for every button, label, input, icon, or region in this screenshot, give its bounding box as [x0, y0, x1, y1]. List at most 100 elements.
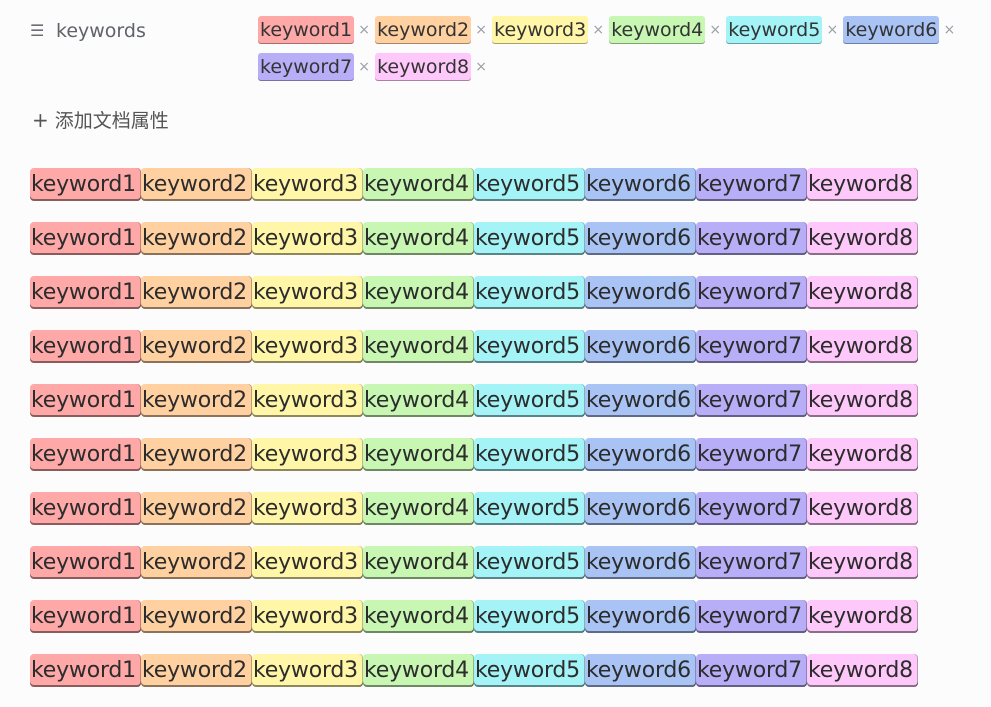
- keyword-chip-keyword1[interactable]: keyword1: [30, 168, 141, 201]
- keyword-chip-keyword7[interactable]: keyword7: [696, 546, 807, 579]
- keyword-chip-keyword8[interactable]: keyword8: [807, 492, 918, 525]
- keyword-chip-keyword5[interactable]: keyword5: [474, 384, 585, 417]
- remove-tag-icon[interactable]: ×: [591, 16, 605, 44]
- keyword-chip-keyword8[interactable]: keyword8: [807, 600, 918, 633]
- keyword-chip-keyword3[interactable]: keyword3: [252, 600, 363, 633]
- keyword-chip-keyword5[interactable]: keyword5: [474, 654, 585, 687]
- keyword-chip-keyword6[interactable]: keyword6: [585, 546, 696, 579]
- keyword-chip-keyword2[interactable]: keyword2: [141, 168, 252, 201]
- keyword-chip-keyword4[interactable]: keyword4: [363, 330, 474, 363]
- keyword-chip-keyword8[interactable]: keyword8: [807, 330, 918, 363]
- keyword-chip-keyword1[interactable]: keyword1: [30, 276, 141, 309]
- keyword-chip-keyword5[interactable]: keyword5: [474, 276, 585, 309]
- keyword-chip-keyword2[interactable]: keyword2: [141, 276, 252, 309]
- keyword-chip-keyword6[interactable]: keyword6: [585, 222, 696, 255]
- keyword-chip-keyword4[interactable]: keyword4: [363, 276, 474, 309]
- keyword-chip-keyword3[interactable]: keyword3: [252, 492, 363, 525]
- keyword-chip-keyword1[interactable]: keyword1: [30, 492, 141, 525]
- keyword-chip-keyword7[interactable]: keyword7: [696, 384, 807, 417]
- keyword-chip-keyword5[interactable]: keyword5: [474, 438, 585, 471]
- keyword-chip-keyword3[interactable]: keyword3: [252, 276, 363, 309]
- keyword-chip-keyword2[interactable]: keyword2: [141, 492, 252, 525]
- keyword-chip-keyword4[interactable]: keyword4: [363, 600, 474, 633]
- keyword-chip-keyword8[interactable]: keyword8: [807, 384, 918, 417]
- keyword-chip-keyword3[interactable]: keyword3: [252, 438, 363, 471]
- keyword-chip-keyword8[interactable]: keyword8: [807, 276, 918, 309]
- keyword-chip-keyword3[interactable]: keyword3: [252, 222, 363, 255]
- keyword-chip-keyword6[interactable]: keyword6: [585, 276, 696, 309]
- keyword-chip-keyword5[interactable]: keyword5: [474, 168, 585, 201]
- keyword-chip-keyword8[interactable]: keyword8: [807, 546, 918, 579]
- keyword-chip-keyword7[interactable]: keyword7: [696, 276, 807, 309]
- keyword-chip-keyword8[interactable]: keyword8: [807, 222, 918, 255]
- keyword-chip-keyword7[interactable]: keyword7: [696, 438, 807, 471]
- keyword-chip-keyword1[interactable]: keyword1: [30, 438, 141, 471]
- keyword-chip-keyword6[interactable]: keyword6: [585, 654, 696, 687]
- keyword-chip-keyword1[interactable]: keyword1: [30, 222, 141, 255]
- keyword-row: keyword1 keyword2 keyword3 keyword4 keyword5…: [30, 600, 918, 634]
- property-key[interactable]: ☰ keywords: [30, 20, 146, 42]
- keyword-chip-keyword2[interactable]: keyword2: [141, 546, 252, 579]
- keyword-chip-keyword6[interactable]: keyword6: [585, 384, 696, 417]
- keyword-chip-keyword3[interactable]: keyword3: [252, 168, 363, 201]
- tag-keyword6[interactable]: keyword6 ×: [843, 16, 956, 44]
- keyword-chip-keyword2[interactable]: keyword2: [141, 600, 252, 633]
- keyword-chip-keyword8[interactable]: keyword8: [807, 438, 918, 471]
- remove-tag-icon[interactable]: ×: [708, 16, 722, 44]
- keyword-chip-keyword1[interactable]: keyword1: [30, 384, 141, 417]
- keyword-row: keyword1 keyword2 keyword3 keyword4 keyword5…: [30, 168, 918, 202]
- keyword-chip-keyword4[interactable]: keyword4: [363, 654, 474, 687]
- keyword-chip-keyword2[interactable]: keyword2: [141, 384, 252, 417]
- keyword-chip-keyword1[interactable]: keyword1: [30, 330, 141, 363]
- keyword-chip-keyword4[interactable]: keyword4: [363, 222, 474, 255]
- tag-keyword3[interactable]: keyword3 ×: [492, 16, 605, 44]
- keyword-chip-keyword3[interactable]: keyword3: [252, 546, 363, 579]
- keyword-chip-keyword2[interactable]: keyword2: [141, 330, 252, 363]
- keyword-chip-keyword4[interactable]: keyword4: [363, 492, 474, 525]
- keyword-chip-keyword6[interactable]: keyword6: [585, 438, 696, 471]
- keyword-chip-keyword7[interactable]: keyword7: [696, 654, 807, 687]
- keyword-chip-keyword3[interactable]: keyword3: [252, 330, 363, 363]
- keyword-chip-keyword8[interactable]: keyword8: [807, 654, 918, 687]
- remove-tag-icon[interactable]: ×: [474, 16, 488, 44]
- keyword-chip-keyword2[interactable]: keyword2: [141, 222, 252, 255]
- keyword-chip-keyword5[interactable]: keyword5: [474, 492, 585, 525]
- keyword-chip-keyword2[interactable]: keyword2: [141, 654, 252, 687]
- keyword-chip-keyword4[interactable]: keyword4: [363, 168, 474, 201]
- keyword-chip-keyword6[interactable]: keyword6: [585, 492, 696, 525]
- keyword-chip-keyword5[interactable]: keyword5: [474, 330, 585, 363]
- keyword-chip-keyword7[interactable]: keyword7: [696, 492, 807, 525]
- keyword-chip-keyword7[interactable]: keyword7: [696, 330, 807, 363]
- tag-keyword4[interactable]: keyword4 ×: [609, 16, 722, 44]
- keyword-chip-keyword7[interactable]: keyword7: [696, 168, 807, 201]
- tag-keyword7[interactable]: keyword7 ×: [258, 53, 371, 81]
- keyword-chip-keyword7[interactable]: keyword7: [696, 600, 807, 633]
- tag-keyword5[interactable]: keyword5 ×: [726, 16, 839, 44]
- keyword-chip-keyword3[interactable]: keyword3: [252, 654, 363, 687]
- keyword-chip-keyword7[interactable]: keyword7: [696, 222, 807, 255]
- tag-keyword8[interactable]: keyword8 ×: [375, 53, 488, 81]
- keyword-chip-keyword6[interactable]: keyword6: [585, 600, 696, 633]
- keyword-chip-keyword1[interactable]: keyword1: [30, 600, 141, 633]
- remove-tag-icon[interactable]: ×: [825, 16, 839, 44]
- remove-tag-icon[interactable]: ×: [357, 53, 371, 81]
- remove-tag-icon[interactable]: ×: [942, 16, 956, 44]
- keyword-chip-keyword4[interactable]: keyword4: [363, 384, 474, 417]
- keyword-chip-keyword6[interactable]: keyword6: [585, 168, 696, 201]
- tag-keyword2[interactable]: keyword2 ×: [375, 16, 488, 44]
- tag-keyword1[interactable]: keyword1 ×: [258, 16, 371, 44]
- remove-tag-icon[interactable]: ×: [357, 16, 371, 44]
- keyword-chip-keyword1[interactable]: keyword1: [30, 654, 141, 687]
- keyword-chip-keyword6[interactable]: keyword6: [585, 330, 696, 363]
- keyword-chip-keyword5[interactable]: keyword5: [474, 222, 585, 255]
- remove-tag-icon[interactable]: ×: [474, 53, 488, 81]
- add-property-button[interactable]: + 添加文档属性: [32, 106, 169, 133]
- keyword-chip-keyword5[interactable]: keyword5: [474, 600, 585, 633]
- keyword-chip-keyword5[interactable]: keyword5: [474, 546, 585, 579]
- keyword-chip-keyword4[interactable]: keyword4: [363, 438, 474, 471]
- keyword-chip-keyword1[interactable]: keyword1: [30, 546, 141, 579]
- keyword-chip-keyword8[interactable]: keyword8: [807, 168, 918, 201]
- keyword-chip-keyword3[interactable]: keyword3: [252, 384, 363, 417]
- keyword-chip-keyword4[interactable]: keyword4: [363, 546, 474, 579]
- keyword-chip-keyword2[interactable]: keyword2: [141, 438, 252, 471]
